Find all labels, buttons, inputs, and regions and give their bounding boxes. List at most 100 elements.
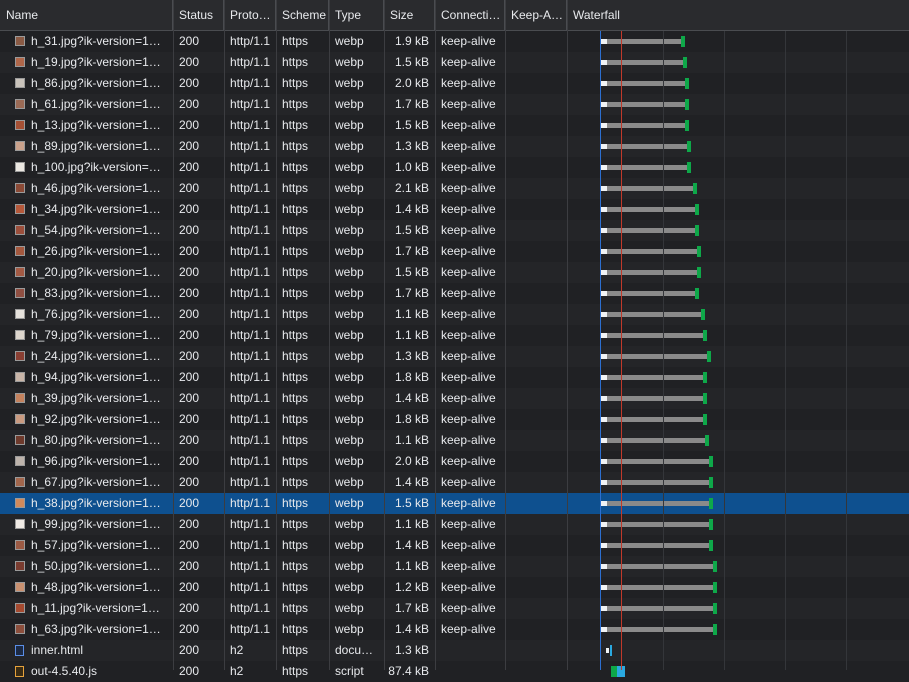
column-header-waterfall[interactable]: Waterfall [567,0,909,30]
waterfall-timing[interactable] [569,598,909,619]
table-row[interactable]: h_79.jpg?ik-version=1… 200 http/1.1 https we… [0,325,909,346]
table-row[interactable]: h_63.jpg?ik-version=1… 200 http/1.1 https we… [0,619,909,640]
column-header-keepalive[interactable]: Keep-A… [505,0,567,30]
table-row[interactable]: h_34.jpg?ik-version=1… 200 http/1.1 https we… [0,199,909,220]
table-row[interactable]: h_19.jpg?ik-version=1… 200 http/1.1 https we… [0,52,909,73]
waterfall-timing[interactable] [569,52,909,73]
request-name[interactable]: h_57.jpg?ik-version=1… [31,538,161,552]
request-name[interactable]: inner.html [31,643,83,657]
table-row[interactable]: out-4.5.40.js 200 h2 https script 87.4 kB [0,661,909,682]
waterfall-timing[interactable] [569,556,909,577]
waterfall-timing[interactable] [569,577,909,598]
waterfall-timing[interactable] [569,619,909,640]
waterfall-timing[interactable] [569,283,909,304]
request-name[interactable]: h_19.jpg?ik-version=1… [31,55,161,69]
table-row[interactable]: h_94.jpg?ik-version=1… 200 http/1.1 https we… [0,367,909,388]
request-name[interactable]: h_89.jpg?ik-version=1… [31,139,161,153]
request-name[interactable]: h_50.jpg?ik-version=1… [31,559,161,573]
waterfall-timing[interactable] [569,430,909,451]
table-row[interactable]: h_50.jpg?ik-version=1… 200 http/1.1 https we… [0,556,909,577]
request-name[interactable]: h_96.jpg?ik-version=1… [31,454,161,468]
table-row[interactable]: h_39.jpg?ik-version=1… 200 http/1.1 https we… [0,388,909,409]
column-header-type[interactable]: Type [329,0,384,30]
waterfall-timing[interactable] [569,514,909,535]
waterfall-timing[interactable] [569,31,909,52]
request-name[interactable]: h_54.jpg?ik-version=1… [31,223,161,237]
column-header-conn[interactable]: Connecti… [435,0,505,30]
table-row[interactable]: h_86.jpg?ik-version=1… 200 http/1.1 https we… [0,73,909,94]
waterfall-timing[interactable] [569,661,909,682]
request-name[interactable]: h_79.jpg?ik-version=1… [31,328,161,342]
request-name[interactable]: h_39.jpg?ik-version=1… [31,391,161,405]
request-name[interactable]: h_48.jpg?ik-version=1… [31,580,161,594]
request-name[interactable]: h_20.jpg?ik-version=1… [31,265,161,279]
waterfall-timing[interactable] [569,472,909,493]
request-name[interactable]: out-4.5.40.js [31,664,97,678]
waterfall-timing[interactable] [569,220,909,241]
table-row[interactable]: h_26.jpg?ik-version=1… 200 http/1.1 https we… [0,241,909,262]
column-header-status[interactable]: Status [173,0,224,30]
waterfall-timing[interactable] [569,451,909,472]
request-name[interactable]: h_63.jpg?ik-version=1… [31,622,161,636]
waterfall-timing[interactable] [569,367,909,388]
request-name[interactable]: h_11.jpg?ik-version=1… [31,601,160,615]
table-row[interactable]: h_83.jpg?ik-version=1… 200 http/1.1 https we… [0,283,909,304]
waterfall-timing[interactable] [569,346,909,367]
waterfall-timing[interactable] [569,199,909,220]
table-row[interactable]: h_46.jpg?ik-version=1… 200 http/1.1 https we… [0,178,909,199]
table-row[interactable]: h_31.jpg?ik-version=1… 200 http/1.1 https we… [0,31,909,52]
table-row[interactable]: h_24.jpg?ik-version=1… 200 http/1.1 https we… [0,346,909,367]
table-row[interactable]: h_89.jpg?ik-version=1… 200 http/1.1 https we… [0,136,909,157]
column-header-proto[interactable]: Proto… [224,0,276,30]
table-row[interactable]: h_61.jpg?ik-version=1… 200 http/1.1 https we… [0,94,909,115]
table-row[interactable]: h_13.jpg?ik-version=1… 200 http/1.1 https we… [0,115,909,136]
waterfall-timing[interactable] [569,493,909,514]
table-row[interactable]: h_67.jpg?ik-version=1… 200 http/1.1 https we… [0,472,909,493]
table-row[interactable]: h_99.jpg?ik-version=1… 200 http/1.1 https we… [0,514,909,535]
request-name[interactable]: h_31.jpg?ik-version=1… [31,34,161,48]
waterfall-timing[interactable] [569,73,909,94]
waterfall-timing[interactable] [569,388,909,409]
table-row[interactable]: h_38.jpg?ik-version=1… 200 http/1.1 https we… [0,493,909,514]
request-name[interactable]: h_61.jpg?ik-version=1… [31,97,161,111]
table-row[interactable]: h_76.jpg?ik-version=1… 200 http/1.1 https we… [0,304,909,325]
request-name[interactable]: h_38.jpg?ik-version=1… [31,496,161,510]
table-row[interactable]: h_48.jpg?ik-version=1… 200 http/1.1 https we… [0,577,909,598]
request-name[interactable]: h_83.jpg?ik-version=1… [31,286,161,300]
request-name[interactable]: h_80.jpg?ik-version=1… [31,433,161,447]
waterfall-timing[interactable] [569,262,909,283]
waterfall-timing[interactable] [569,178,909,199]
waterfall-timing[interactable] [569,535,909,556]
waterfall-timing[interactable] [569,640,909,661]
waterfall-timing[interactable] [569,157,909,178]
column-header-scheme[interactable]: Scheme [276,0,329,30]
waterfall-timing[interactable] [569,241,909,262]
request-name[interactable]: h_100.jpg?ik-version=… [31,160,161,174]
table-row[interactable]: h_20.jpg?ik-version=1… 200 http/1.1 https we… [0,262,909,283]
table-row[interactable]: h_92.jpg?ik-version=1… 200 http/1.1 https we… [0,409,909,430]
table-row[interactable]: h_100.jpg?ik-version=… 200 http/1.1 https we… [0,157,909,178]
table-row[interactable]: h_54.jpg?ik-version=1… 200 http/1.1 https we… [0,220,909,241]
column-header-name[interactable]: Name [0,0,173,30]
table-row[interactable]: h_57.jpg?ik-version=1… 200 http/1.1 https we… [0,535,909,556]
request-name[interactable]: h_86.jpg?ik-version=1… [31,76,161,90]
request-name[interactable]: h_46.jpg?ik-version=1… [31,181,161,195]
table-row[interactable]: inner.html 200 h2 https docu… 1.3 kB [0,640,909,661]
waterfall-timing[interactable] [569,94,909,115]
request-name[interactable]: h_94.jpg?ik-version=1… [31,370,161,384]
request-name[interactable]: h_92.jpg?ik-version=1… [31,412,161,426]
waterfall-timing[interactable] [569,409,909,430]
table-row[interactable]: h_11.jpg?ik-version=1… 200 http/1.1 https we… [0,598,909,619]
request-name[interactable]: h_34.jpg?ik-version=1… [31,202,161,216]
request-name[interactable]: h_26.jpg?ik-version=1… [31,244,161,258]
column-header-size[interactable]: Size [384,0,435,30]
request-name[interactable]: h_99.jpg?ik-version=1… [31,517,161,531]
waterfall-timing[interactable] [569,325,909,346]
request-name[interactable]: h_76.jpg?ik-version=1… [31,307,161,321]
table-row[interactable]: h_96.jpg?ik-version=1… 200 http/1.1 https we… [0,451,909,472]
waterfall-timing[interactable] [569,115,909,136]
request-name[interactable]: h_67.jpg?ik-version=1… [31,475,161,489]
waterfall-timing[interactable] [569,304,909,325]
request-name[interactable]: h_24.jpg?ik-version=1… [31,349,161,363]
request-name[interactable]: h_13.jpg?ik-version=1… [31,118,161,132]
